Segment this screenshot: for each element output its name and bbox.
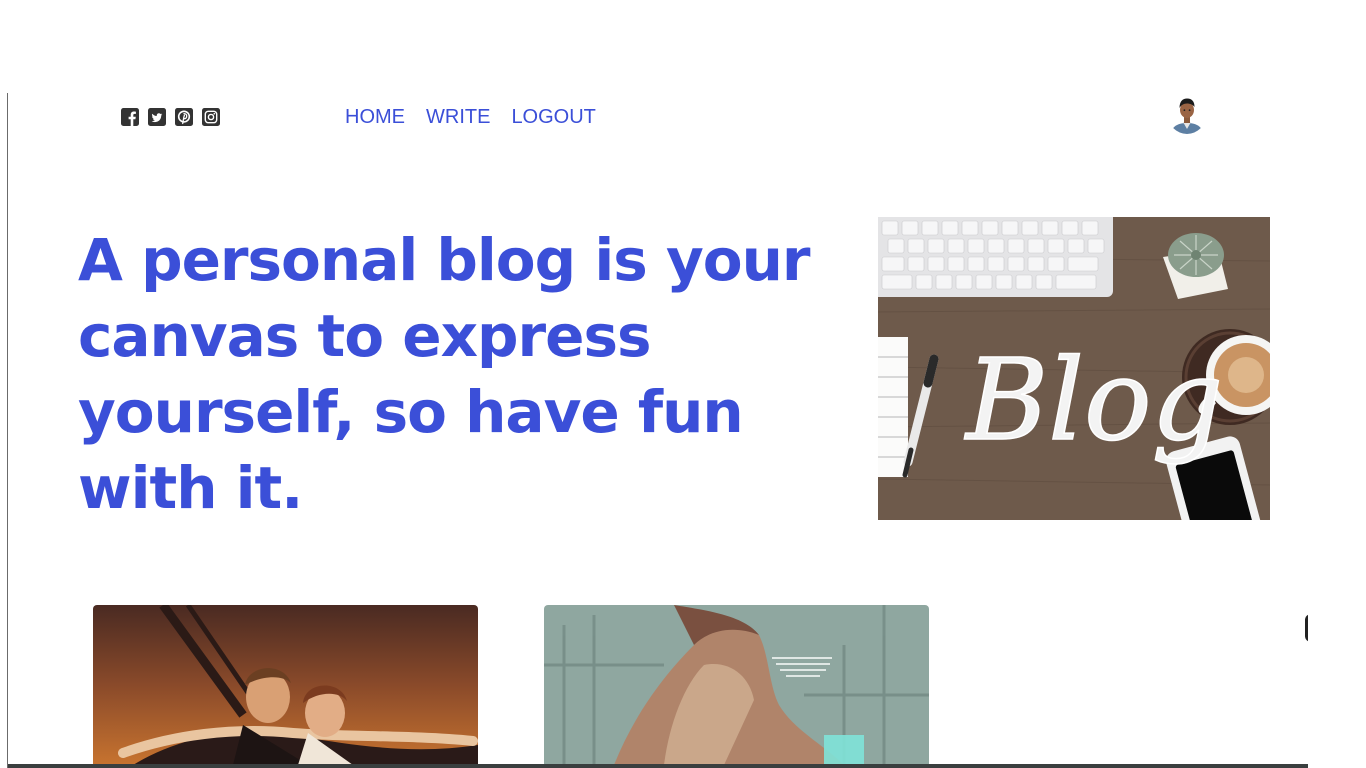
user-avatar[interactable] — [1168, 95, 1206, 135]
post-image — [93, 605, 478, 765]
social-links — [121, 108, 220, 126]
nav-link-logout[interactable]: LOGOUT — [511, 105, 595, 129]
pinterest-square-icon[interactable] — [175, 108, 193, 126]
left-border-line — [7, 93, 8, 768]
top-navigation: HOME WRITE LOGOUT — [8, 93, 1308, 141]
hero-title: A personal blog is your canvas to expres… — [78, 226, 811, 522]
facebook-square-icon[interactable] — [121, 108, 139, 126]
main-nav: HOME WRITE LOGOUT — [345, 105, 596, 129]
nav-link-write[interactable]: WRITE — [426, 105, 490, 129]
post-card[interactable] — [544, 605, 929, 765]
nav-link-home[interactable]: HOME — [345, 105, 405, 129]
page: HOME WRITE LOGOUT A personal blog is you… — [0, 0, 1366, 768]
bottom-border — [8, 764, 1308, 768]
blog-lettering: Blog — [964, 336, 1223, 466]
post-image — [544, 605, 929, 765]
instagram-square-icon[interactable] — [202, 108, 220, 126]
twitter-square-icon[interactable] — [148, 108, 166, 126]
hero-blog-image: Blog — [878, 217, 1270, 520]
right-edge-mask — [1308, 560, 1366, 768]
post-card[interactable] — [93, 605, 478, 765]
